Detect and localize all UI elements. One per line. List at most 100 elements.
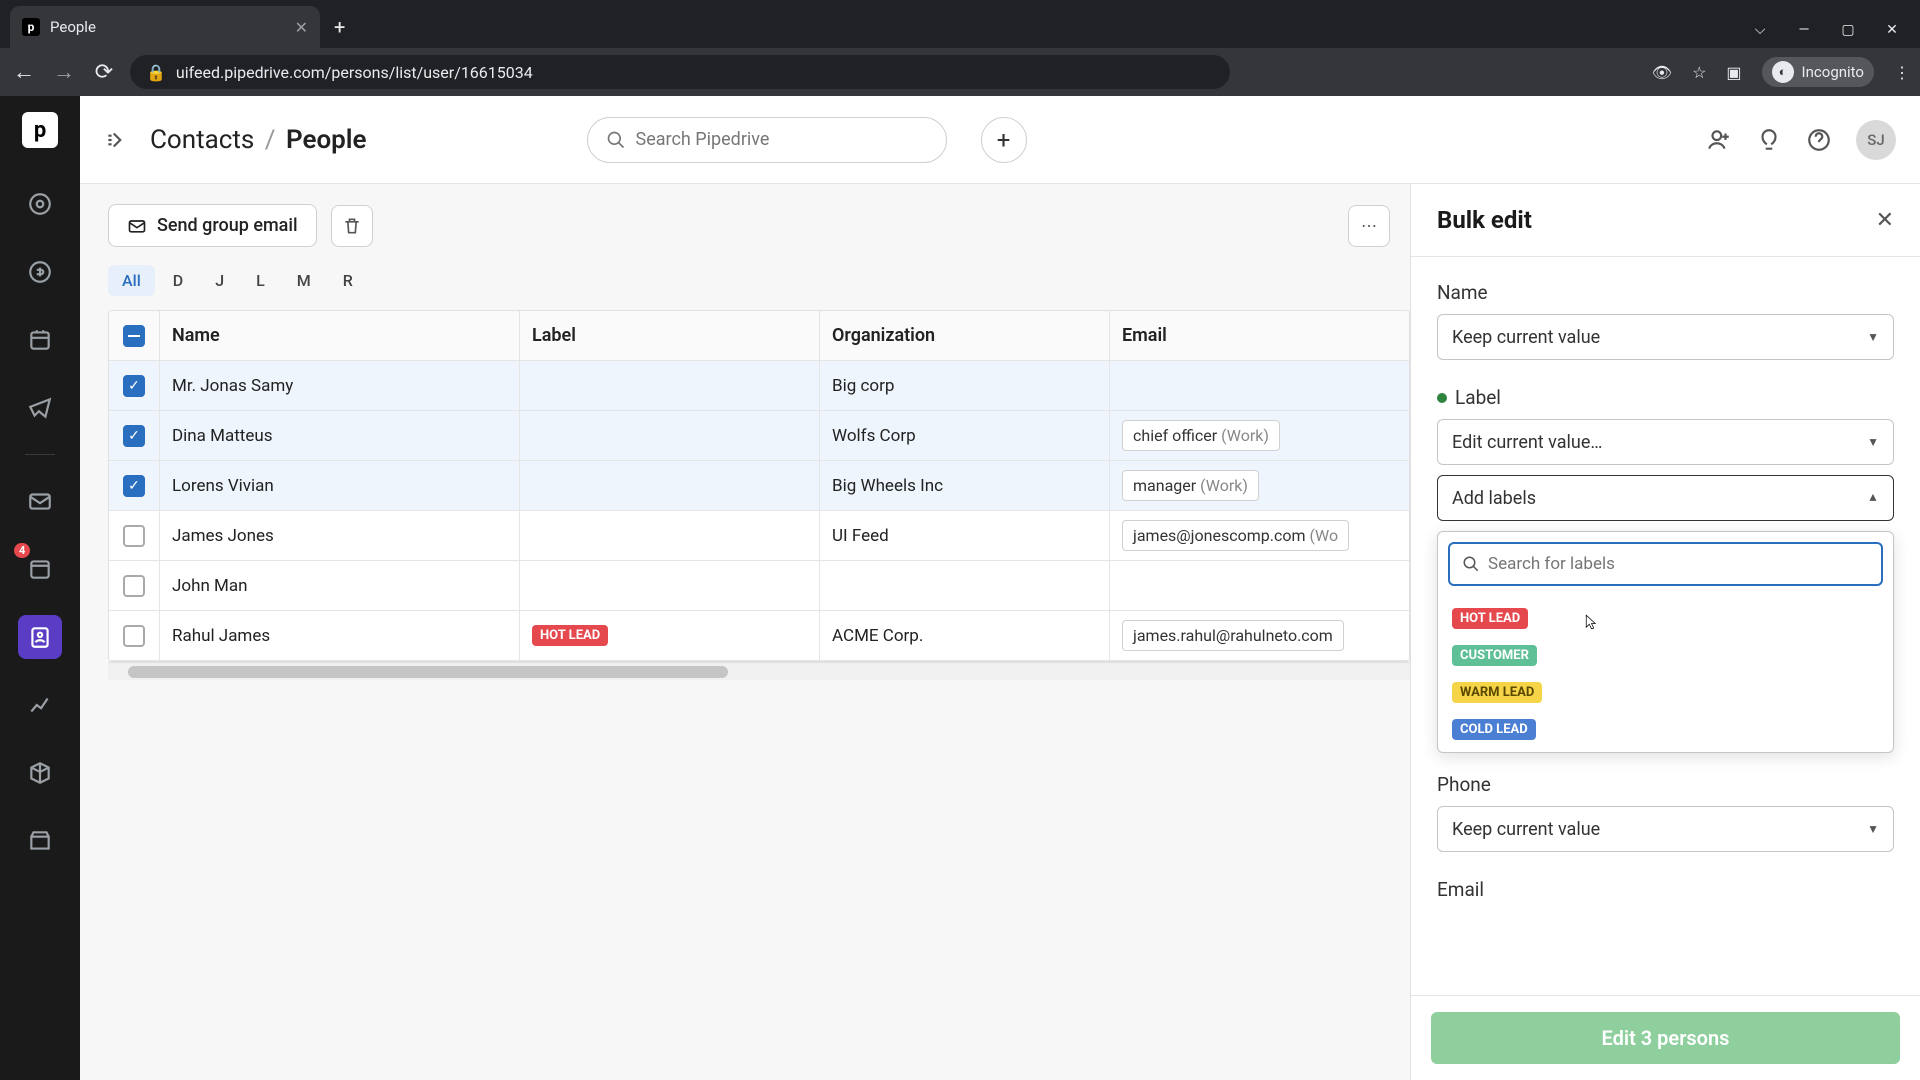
eye-off-icon[interactable]: 👁 xyxy=(1652,63,1672,82)
cell-org: UI Feed xyxy=(819,511,1109,560)
extensions-icon[interactable]: ▣ xyxy=(1726,63,1741,82)
send-group-email-button[interactable]: Send group email xyxy=(108,204,317,247)
horizontal-scrollbar[interactable] xyxy=(108,662,1410,680)
field-label-email: Email xyxy=(1437,878,1894,901)
label-dropdown: HOT LEADCUSTOMERWARM LEADCOLD LEAD xyxy=(1437,531,1894,753)
reload-button[interactable]: ⟳ xyxy=(90,60,118,85)
row-checkbox[interactable] xyxy=(123,525,145,547)
panel-title: Bulk edit xyxy=(1437,206,1532,234)
table-row[interactable]: Rahul JamesHOT LEADACME Corp.james.rahul… xyxy=(109,611,1409,661)
incognito-badge: ◐ Incognito xyxy=(1762,57,1874,87)
new-tab-button[interactable]: + xyxy=(320,15,359,39)
minimize-icon[interactable]: ― xyxy=(1796,22,1812,38)
name-select[interactable]: Keep current value ▼ xyxy=(1437,314,1894,360)
table-row[interactable]: ✓Mr. Jonas SamyBig corp xyxy=(109,361,1409,411)
browser-tab[interactable]: p People ✕ xyxy=(10,6,320,48)
label-option[interactable]: WARM LEAD xyxy=(1438,674,1893,711)
alpha-tab-all[interactable]: All xyxy=(108,265,155,296)
list-toolbar: Send group email ⋯ xyxy=(108,204,1410,247)
kebab-menu-icon[interactable]: ⋮ xyxy=(1894,63,1910,82)
incognito-icon: ◐ xyxy=(1772,61,1794,83)
row-checkbox[interactable] xyxy=(123,575,145,597)
cell-email xyxy=(1109,561,1409,610)
search-icon xyxy=(1462,555,1480,573)
sidebar-item-marketplace[interactable] xyxy=(18,819,62,863)
global-search[interactable]: Search Pipedrive xyxy=(587,117,947,163)
sidebar-item-deals[interactable] xyxy=(18,250,62,294)
cell-email: manager (Work) xyxy=(1109,461,1409,510)
submit-button[interactable]: Edit 3 persons xyxy=(1431,1012,1900,1064)
cell-email xyxy=(1109,361,1409,410)
invite-user-icon[interactable] xyxy=(1706,127,1732,153)
chevron-down-icon[interactable]: ⌵ xyxy=(1752,22,1768,38)
url-input[interactable]: 🔒 uifeed.pipedrive.com/persons/list/user… xyxy=(130,55,1230,89)
sidebar-item-products[interactable] xyxy=(18,751,62,795)
sidebar-item-leads[interactable] xyxy=(18,182,62,226)
table-row[interactable]: John Man xyxy=(109,561,1409,611)
chevron-down-icon: ▼ xyxy=(1867,435,1879,449)
breadcrumb-current: People xyxy=(286,125,367,155)
content-area: Send group email ⋯ AllDJLMR Name Label O… xyxy=(80,184,1410,1080)
breadcrumb-separator: / xyxy=(265,125,276,155)
table-row[interactable]: ✓Dina MatteusWolfs Corpchief officer (Wo… xyxy=(109,411,1409,461)
row-checkbox[interactable]: ✓ xyxy=(123,375,145,397)
col-name[interactable]: Name xyxy=(159,311,519,360)
cell-email: james.rahul@rahulneto.com xyxy=(1109,611,1409,660)
cell-name: Dina Matteus xyxy=(159,411,519,460)
label-search-field[interactable] xyxy=(1488,554,1869,574)
favicon: p xyxy=(22,18,40,36)
label-option[interactable]: CUSTOMER xyxy=(1438,637,1893,674)
sidebar-item-activities[interactable]: 4 xyxy=(18,547,62,591)
more-actions-button[interactable]: ⋯ xyxy=(1348,205,1390,247)
row-checkbox[interactable]: ✓ xyxy=(123,475,145,497)
user-avatar[interactable]: SJ xyxy=(1856,120,1896,160)
label-option[interactable]: HOT LEAD xyxy=(1438,600,1893,637)
sidebar-item-mail[interactable] xyxy=(18,479,62,523)
chevron-down-icon: ▼ xyxy=(1867,822,1879,836)
label-mode-select[interactable]: Edit current value… ▼ xyxy=(1437,419,1894,465)
breadcrumb-parent[interactable]: Contacts xyxy=(150,125,254,155)
sidebar-item-contacts[interactable] xyxy=(18,615,62,659)
select-all-checkbox[interactable] xyxy=(123,325,145,347)
alpha-tab-j[interactable]: J xyxy=(201,265,238,296)
table-row[interactable]: James JonesUI Feedjames@jonescomp.com (W… xyxy=(109,511,1409,561)
label-option[interactable]: COLD LEAD xyxy=(1438,711,1893,748)
star-icon[interactable]: ☆ xyxy=(1692,63,1706,82)
scrollbar-thumb[interactable] xyxy=(128,666,728,678)
lightbulb-icon[interactable] xyxy=(1756,127,1782,153)
col-org[interactable]: Organization xyxy=(819,311,1109,360)
back-button[interactable]: ← xyxy=(10,59,38,85)
field-label-label: Label xyxy=(1437,386,1894,409)
sidebar-item-campaigns[interactable] xyxy=(18,386,62,430)
app-logo[interactable]: p xyxy=(22,112,58,148)
cell-label: HOT LEAD xyxy=(519,611,819,660)
add-labels-select[interactable]: Add labels ▼ xyxy=(1437,475,1894,521)
table-settings-button[interactable] xyxy=(1409,311,1410,360)
alpha-tab-d[interactable]: D xyxy=(159,265,197,296)
sidebar-item-projects[interactable] xyxy=(18,318,62,362)
delete-button[interactable] xyxy=(331,205,373,247)
breadcrumb: Contacts / People xyxy=(150,125,367,155)
phone-select[interactable]: Keep current value ▼ xyxy=(1437,806,1894,852)
close-panel-button[interactable]: ✕ xyxy=(1876,208,1894,233)
sidebar: p 4 xyxy=(0,96,80,1080)
maximize-icon[interactable]: ▢ xyxy=(1840,22,1856,38)
col-email[interactable]: Email xyxy=(1109,311,1409,360)
close-window-icon[interactable]: ✕ xyxy=(1884,22,1900,38)
row-checkbox[interactable]: ✓ xyxy=(123,425,145,447)
table-row[interactable]: ✓Lorens VivianBig Wheels Incmanager (Wor… xyxy=(109,461,1409,511)
people-table: Name Label Organization Email ✓Mr. Jonas… xyxy=(108,310,1410,662)
nav-toggle-icon[interactable] xyxy=(104,127,130,153)
row-checkbox[interactable] xyxy=(123,625,145,647)
sidebar-item-insights[interactable] xyxy=(18,683,62,727)
close-tab-icon[interactable]: ✕ xyxy=(295,18,308,37)
alpha-tab-m[interactable]: M xyxy=(283,265,325,296)
add-button[interactable]: + xyxy=(981,117,1027,163)
alpha-tab-l[interactable]: L xyxy=(242,265,279,296)
help-icon[interactable] xyxy=(1806,127,1832,153)
bulk-edit-panel: Bulk edit ✕ Name Keep current value ▼ La… xyxy=(1410,184,1920,1080)
browser-tab-strip: p People ✕ + ⌵ ― ▢ ✕ xyxy=(0,0,1920,48)
col-label[interactable]: Label xyxy=(519,311,819,360)
label-search-input[interactable] xyxy=(1448,542,1883,586)
alpha-tab-r[interactable]: R xyxy=(329,265,367,296)
